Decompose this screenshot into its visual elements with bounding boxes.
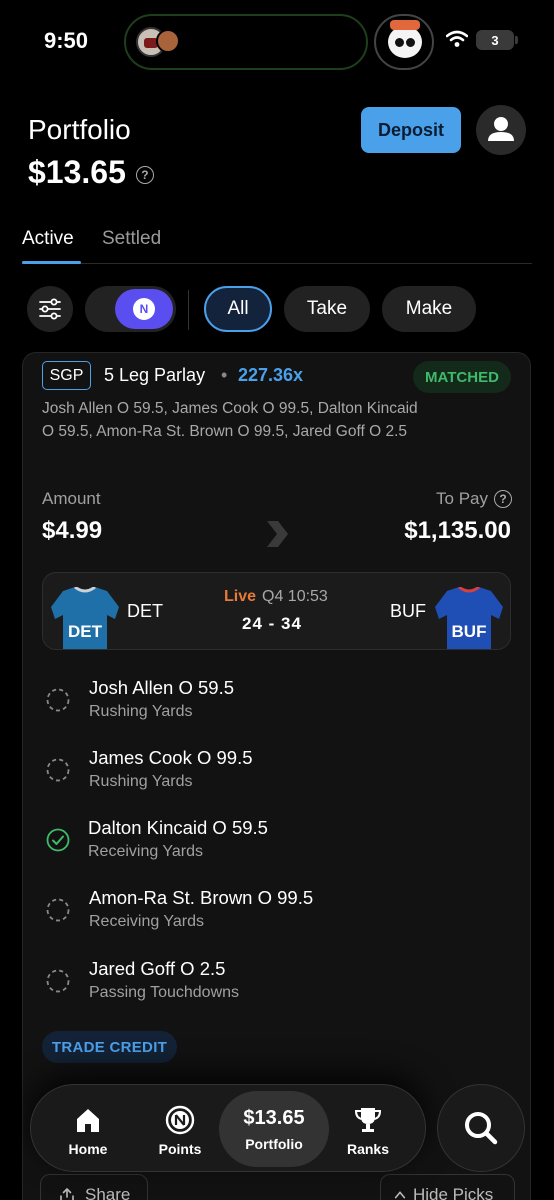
leg-stat: Rushing Yards	[89, 773, 193, 790]
leg-row[interactable]: Josh Allen O 59.5 Rushing Yards	[42, 675, 502, 725]
chip-take[interactable]: Take	[284, 286, 370, 332]
leg-name: Jared Goff O 2.5	[89, 958, 226, 979]
topay-label: To Pay ?	[436, 489, 512, 509]
topay-value: $1,135.00	[404, 517, 511, 544]
status-badge: MATCHED	[413, 361, 511, 393]
leg-row[interactable]: Dalton Kincaid O 59.5 Receiving Yards	[42, 815, 502, 865]
nav-home[interactable]: Home	[53, 1085, 123, 1173]
pending-circle-icon	[46, 898, 70, 922]
balance-row: $13.65?	[28, 154, 154, 191]
nav-portfolio[interactable]: $13.65 Portfolio	[219, 1091, 329, 1167]
team-away: BUF	[390, 601, 426, 621]
search-button[interactable]	[437, 1084, 525, 1172]
leg-row[interactable]: Jared Goff O 2.5 Passing Touchdowns	[42, 956, 502, 1006]
mode-toggle[interactable]: N	[85, 286, 176, 332]
nav-ranks-label: Ranks	[346, 1141, 390, 1157]
nav-points-label: Points	[158, 1141, 202, 1157]
parlay-separator: •	[221, 365, 228, 385]
trade-credit-badge[interactable]: TRADE CREDIT	[42, 1031, 177, 1063]
live-activity-avatar-secondary	[156, 29, 180, 53]
svg-text:DET: DET	[68, 622, 103, 641]
search-icon	[465, 1112, 498, 1145]
leg-name: Amon-Ra St. Brown O 99.5	[89, 887, 314, 908]
team-home: DET	[127, 601, 163, 621]
filter-separator	[188, 290, 189, 330]
nav-portfolio-label: Portfolio	[245, 1135, 303, 1152]
leg-row[interactable]: James Cook O 99.5 Rushing Yards	[42, 745, 502, 795]
leg-stat: Rushing Yards	[89, 703, 193, 720]
profile-button[interactable]	[476, 105, 526, 155]
page-title: Portfolio	[28, 114, 131, 145]
leg-stat: Receiving Yards	[88, 843, 204, 860]
nav-ranks[interactable]: Ranks	[333, 1085, 403, 1173]
leg-stat: Receiving Yards	[89, 913, 205, 930]
wifi-icon	[446, 30, 468, 47]
share-icon	[60, 1188, 74, 1200]
home-icon	[77, 1109, 99, 1132]
sgp-badge: SGP	[42, 361, 91, 390]
battery-indicator: 3	[476, 30, 518, 50]
panda-activity-icon[interactable]	[374, 14, 434, 70]
pending-circle-icon	[46, 969, 70, 993]
tab-active-indicator	[22, 261, 81, 264]
hide-picks-button[interactable]: Hide Picks	[380, 1174, 515, 1200]
share-button[interactable]: Share	[40, 1174, 148, 1200]
chevron-up-icon	[394, 1191, 406, 1199]
deposit-button[interactable]: Deposit	[361, 107, 461, 153]
amount-label: Amount	[42, 489, 101, 508]
dynamic-island[interactable]	[124, 14, 368, 70]
share-label: Share	[85, 1185, 131, 1200]
chevron-right-icon	[267, 521, 288, 547]
leg-row[interactable]: Amon-Ra St. Brown O 99.5 Receiving Yards	[42, 885, 502, 935]
toggle-knob: N	[115, 289, 173, 329]
jersey-icon-det: DET	[51, 587, 119, 649]
parlay-title: 5 Leg Parlay	[104, 365, 206, 385]
trophy-icon	[354, 1108, 382, 1132]
brand-n-icon: N	[133, 298, 155, 320]
live-label: Live	[224, 588, 257, 605]
points-icon	[165, 1105, 195, 1135]
help-icon[interactable]: ?	[135, 165, 154, 184]
status-time: 9:50	[44, 28, 89, 53]
sliders-icon	[39, 298, 61, 320]
nav-points[interactable]: Points	[145, 1085, 215, 1173]
leg-name: Dalton Kincaid O 59.5	[88, 817, 268, 838]
pending-circle-icon	[46, 688, 70, 712]
pending-circle-icon	[46, 758, 70, 782]
nav-portfolio-amount: $13.65	[243, 1106, 305, 1129]
jersey-icon-buf: BUF	[435, 587, 503, 649]
leg-name: James Cook O 99.5	[89, 747, 253, 768]
game-score: 24 - 34	[242, 614, 302, 633]
game-scoreboard[interactable]: DET BUF	[42, 572, 511, 650]
parlay-odds: 227.36x	[238, 365, 304, 385]
nav-home-label: Home	[68, 1141, 108, 1157]
amount-value: $4.99	[42, 517, 103, 544]
chip-all[interactable]: All	[204, 286, 272, 332]
help-icon[interactable]: ?	[494, 490, 512, 508]
user-icon	[488, 117, 514, 141]
tab-active[interactable]: Active	[22, 228, 74, 250]
check-circle-icon	[46, 828, 70, 852]
hide-picks-label: Hide Picks	[413, 1185, 494, 1200]
filter-button[interactable]	[27, 286, 73, 332]
svg-text:BUF: BUF	[452, 622, 487, 641]
bottom-nav: Home Points $13.65 Portfolio Ranks	[30, 1084, 426, 1172]
leg-stat: Passing Touchdowns	[89, 984, 240, 1001]
game-clock: Q4 10:53	[262, 588, 328, 605]
chip-make[interactable]: Make	[382, 286, 476, 332]
tab-settled[interactable]: Settled	[102, 228, 161, 250]
leg-name: Josh Allen O 59.5	[89, 677, 235, 698]
tabs-divider	[22, 263, 532, 264]
balance-value: $13.65	[28, 154, 126, 190]
legs-summary: Josh Allen O 59.5, James Cook O 99.5, Da…	[42, 400, 418, 440]
